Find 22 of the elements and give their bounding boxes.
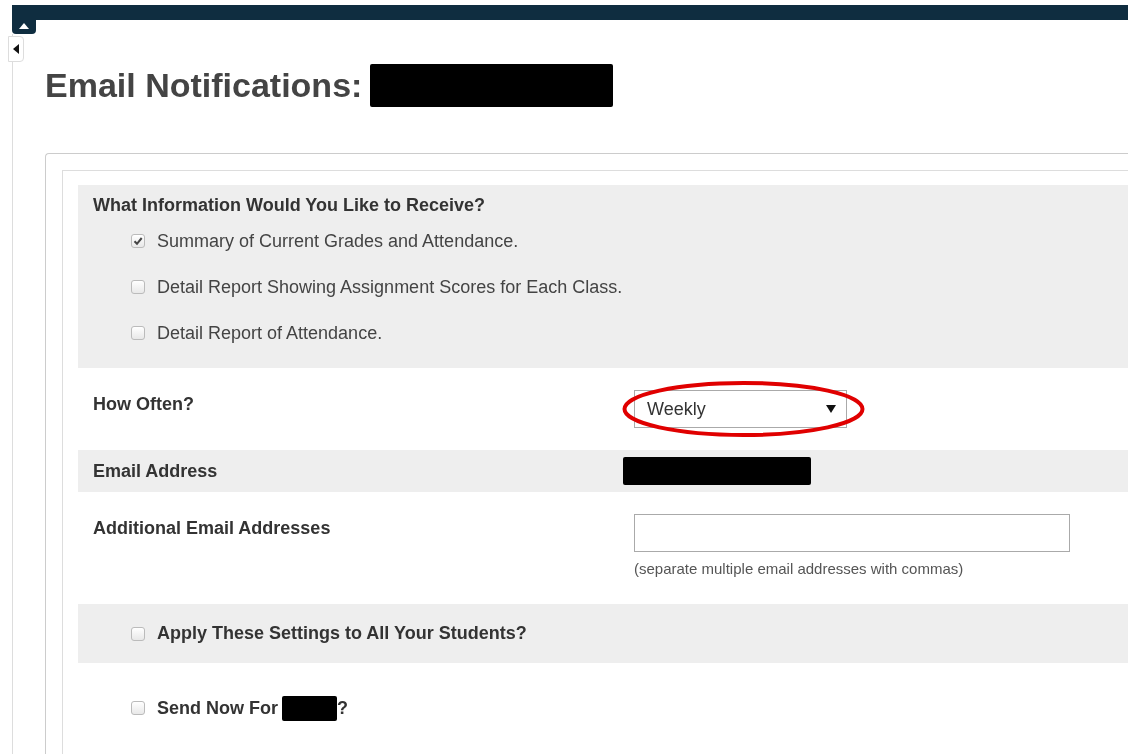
page-title: Email Notifications: — [45, 65, 363, 105]
collapse-up-icon[interactable] — [19, 23, 29, 29]
checkbox[interactable] — [131, 626, 145, 641]
option-label: Summary of Current Grades and Attendance. — [157, 230, 519, 252]
email-input-field[interactable] — [634, 514, 1070, 552]
checkbox[interactable] — [131, 326, 145, 340]
question-mark: ? — [337, 697, 348, 719]
checkbox-label: Apply These Settings to All Your Students? — [157, 623, 527, 644]
checkbox[interactable] — [131, 234, 145, 248]
field-hint: (separate multiple email addresses with commas) — [634, 560, 965, 577]
checkbox[interactable] — [131, 701, 145, 715]
option-label: Detail Report of Attendance. — [157, 322, 383, 344]
checkbox[interactable] — [131, 280, 145, 294]
checkbox-label: Send Now For — [157, 697, 278, 719]
field-label: How Often? — [93, 393, 194, 415]
caret-icon — [826, 405, 836, 413]
field-label: Additional Email Addresses — [93, 518, 331, 540]
section-heading: What Information Would You Like to Receive? — [93, 195, 487, 216]
field-label: Email Address — [93, 460, 218, 482]
frequency-dropdown[interactable]: Weekly — [634, 390, 847, 428]
option-label: Detail Report Showing Assignment Scores for Each Class. — [157, 276, 623, 298]
collapse-left-icon[interactable] — [8, 36, 24, 62]
